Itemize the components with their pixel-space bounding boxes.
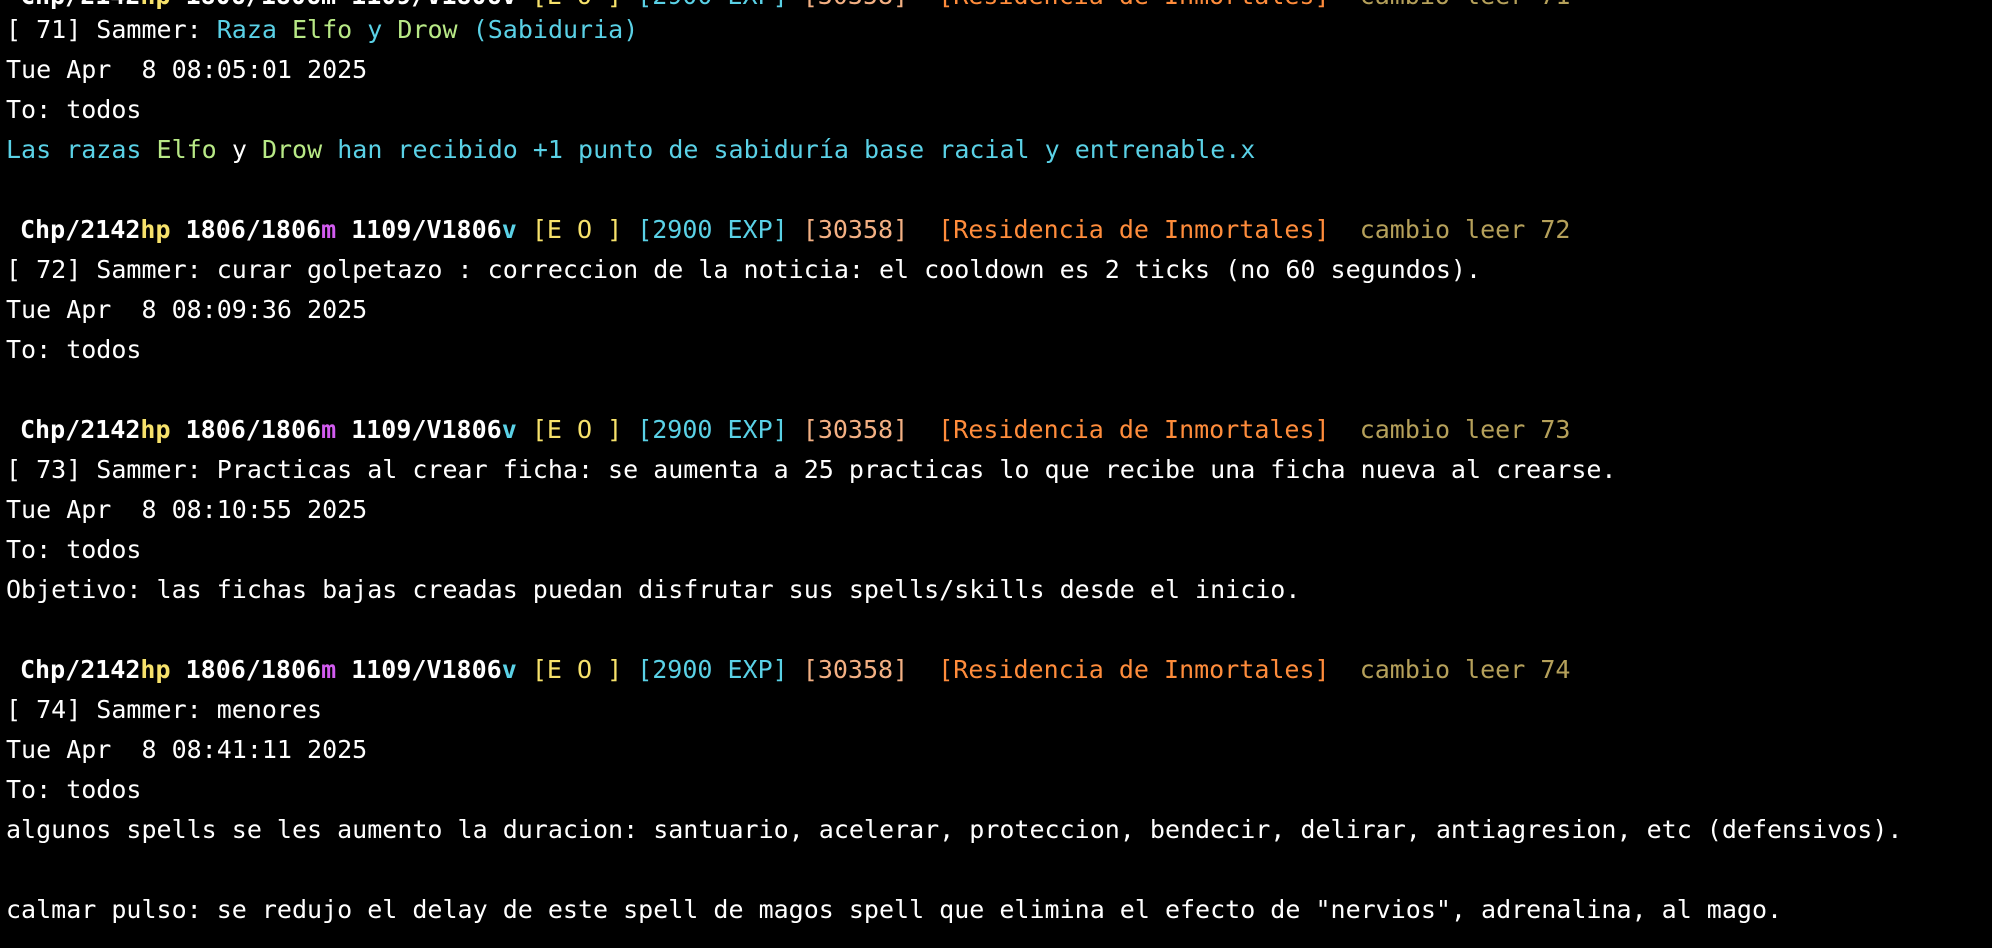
prompt-mana: 1806/1806 [185, 415, 322, 444]
prompt-hp-unit: hp [140, 415, 171, 444]
prompt-hp: Chp/2142 [20, 0, 140, 10]
note-header-prefix: [ 71] Sammer: [6, 15, 217, 44]
body-text: y [231, 135, 247, 164]
prompt-eo: [E O ] [531, 655, 623, 684]
note-73-header: [ 73] Sammer: Practicas al crear ficha: … [6, 455, 1617, 484]
prompt-hp: Chp/2142 [20, 655, 141, 684]
prompt-mana-unit: m [321, 415, 337, 444]
title-word: Elfo [292, 15, 353, 44]
prompt-rest: 1806/1806m 1109/V1806v [171, 0, 517, 10]
prompt-mana: 1806/1806 [185, 655, 322, 684]
note-72-to: To: todos [6, 335, 142, 364]
prompt-exp: [2900 EXP] [637, 215, 788, 244]
prompt-moves-unit: v [501, 415, 517, 444]
title-word: Drow [397, 15, 458, 44]
terminal-window[interactable]: Chp/2142hp 1806/1806m 1109/V1806v [E O ]… [0, 0, 1992, 948]
prompt-eo: [E O ] [531, 215, 623, 244]
note-73-date: Tue Apr 8 08:10:55 2025 [6, 495, 368, 524]
prompt-mana: 1806/1806 [185, 215, 322, 244]
prompt-exp: [2900 EXP] [637, 0, 788, 10]
prompt-hp: Chp/2142 [20, 215, 141, 244]
prompt-mana-unit: m [321, 215, 337, 244]
note-74-header: [ 74] Sammer: menores [6, 695, 323, 724]
prompt-command: cambio leer 74 [1359, 655, 1571, 684]
body-text: Drow [261, 135, 323, 164]
note-72-header: [ 72] Sammer: curar golpetazo : correcci… [6, 255, 1482, 284]
prompt-room: [Residencia de Inmortales] [938, 0, 1329, 10]
prompt-exp: [2900 EXP] [637, 415, 788, 444]
note-74-body-2: calmar pulso: se redujo el delay de este… [6, 895, 1783, 924]
prompt-room: [Residencia de Inmortales] [938, 655, 1330, 684]
prompt-moves-unit: v [501, 215, 517, 244]
note-73-body: Objetivo: las fichas bajas creadas pueda… [6, 575, 1301, 604]
prompt-line: Chp/2142hp 1806/1806m 1109/V1806v [E O ]… [0, 210, 1570, 250]
body-text: han recibido +1 punto de sabiduría base … [337, 135, 1256, 164]
prompt-moves: 1109/V1806 [351, 655, 502, 684]
prompt-moves-unit: v [501, 655, 517, 684]
prompt-room: [Residencia de Inmortales] [938, 215, 1330, 244]
prompt-gold: [30358] [802, 215, 909, 244]
prompt-hp-unit: hp [140, 655, 171, 684]
prompt-command: cambio leer 71 [1360, 0, 1571, 10]
title-word: (Sabiduria) [472, 15, 639, 44]
note-74-date: Tue Apr 8 08:41:11 2025 [6, 735, 368, 764]
prompt-exp: [2900 EXP] [637, 655, 788, 684]
prompt-room: [Residencia de Inmortales] [938, 415, 1330, 444]
prompt-command: cambio leer 73 [1359, 415, 1571, 444]
body-text: Las razas [6, 135, 142, 164]
prompt-command: cambio leer 72 [1359, 215, 1571, 244]
prompt-line: Chp/2142hp 1806/1806m 1109/V1806v [E O ]… [0, 410, 1570, 450]
prompt-hp-unit: hp [140, 0, 170, 10]
title-word: y [367, 15, 383, 44]
prompt-gold: [30358] [802, 655, 909, 684]
note-72-date: Tue Apr 8 08:09:36 2025 [6, 295, 368, 324]
note-73-to: To: todos [6, 535, 142, 564]
prompt-moves: 1109/V1806 [351, 215, 502, 244]
note-71-to: To: todos [6, 95, 142, 124]
prompt-eo: [E O ] [532, 0, 622, 10]
note-74-to: To: todos [6, 775, 142, 804]
prompt-line: Chp/2142hp 1806/1806m 1109/V1806v [E O ]… [0, 650, 1570, 690]
prompt-gold: [30358] [802, 415, 909, 444]
prompt-moves: 1109/V1806 [351, 415, 502, 444]
prompt-hp: Chp/2142 [20, 415, 141, 444]
body-text: Elfo [156, 135, 217, 164]
prompt-gold: [30358] [803, 0, 908, 10]
note-71-body: Las razas Elfo y Drow han recibido +1 pu… [0, 130, 1255, 170]
note-74-body: algunos spells se les aumento la duracio… [6, 815, 1903, 844]
note-71-date: Tue Apr 8 08:05:01 2025 [6, 55, 368, 84]
prompt-mana-unit: m [321, 655, 337, 684]
prompt-hp-unit: hp [140, 215, 171, 244]
note-71-header: [ 71] Sammer: Raza Elfo y Drow (Sabiduri… [0, 10, 638, 50]
title-word: Raza [216, 15, 277, 44]
prompt-eo: [E O ] [531, 415, 623, 444]
